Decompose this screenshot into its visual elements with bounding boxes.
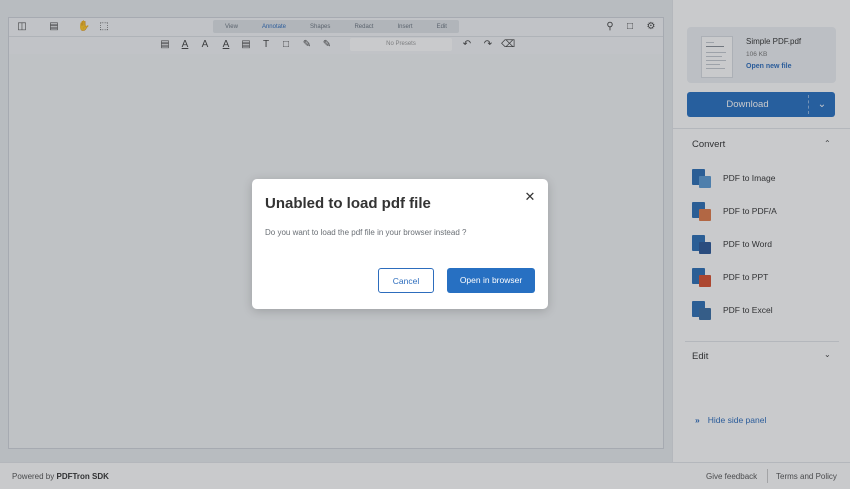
dialog-message: Do you want to load the pdf file in your… bbox=[265, 228, 467, 237]
dialog-title: Unabled to load pdf file bbox=[265, 195, 431, 212]
load-error-dialog: Unabled to load pdf file ✕ Do you want t… bbox=[252, 179, 548, 309]
close-icon[interactable]: ✕ bbox=[522, 189, 538, 205]
cancel-button[interactable]: Cancel bbox=[378, 268, 434, 293]
open-in-browser-button[interactable]: Open in browser bbox=[447, 268, 535, 293]
